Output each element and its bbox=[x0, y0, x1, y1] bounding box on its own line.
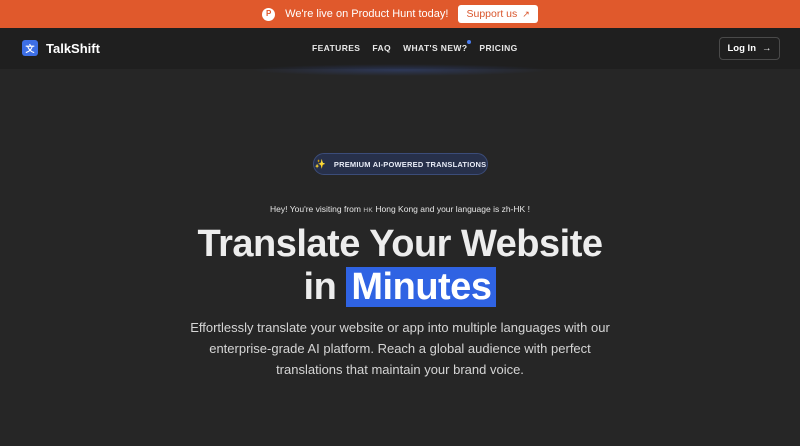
login-button[interactable]: Log In → bbox=[719, 37, 780, 60]
nav-link-faq[interactable]: FAQ bbox=[372, 43, 391, 53]
support-us-button[interactable]: Support us ↗ bbox=[458, 5, 538, 23]
hong-kong-flag-icon: HK bbox=[363, 207, 373, 214]
visitor-prefix: Hey! You're visiting from bbox=[270, 204, 361, 214]
announcement-bar: P We're live on Product Hunt today! Supp… bbox=[0, 0, 800, 28]
nav-link-pricing[interactable]: PRICING bbox=[479, 43, 517, 53]
visitor-middle: and your language is bbox=[420, 204, 500, 214]
nav-glow bbox=[250, 64, 550, 76]
login-label: Log In bbox=[727, 43, 757, 54]
product-hunt-icon: P bbox=[262, 7, 276, 21]
hero-headline: Translate Your Website in Minutes bbox=[0, 223, 800, 309]
visitor-notice: Hey! You're visiting from HK Hong Kong a… bbox=[0, 204, 800, 214]
brand-name: TalkShift bbox=[46, 40, 100, 56]
external-link-icon: ↗ bbox=[522, 8, 530, 19]
hero-subtext: Effortlessly translate your website or a… bbox=[190, 320, 610, 377]
translate-logo-icon: 文 bbox=[22, 40, 38, 56]
nav-link-whats-new[interactable]: WHAT'S NEW? bbox=[403, 40, 472, 53]
premium-badge-text: PREMIUM AI-POWERED TRANSLATIONS bbox=[333, 159, 487, 169]
visitor-country: Hong Kong bbox=[375, 204, 418, 214]
sparkle-icon: ✨ bbox=[314, 158, 326, 169]
new-indicator-dot bbox=[467, 40, 472, 44]
headline-in: in bbox=[303, 266, 337, 308]
premium-badge: ✨ PREMIUM AI-POWERED TRANSLATIONS bbox=[313, 153, 488, 175]
nav-link-whats-new-label: WHAT'S NEW? bbox=[403, 43, 468, 53]
announcement-text: We're live on Product Hunt today! bbox=[285, 8, 449, 20]
arrow-right-icon: → bbox=[762, 43, 772, 54]
nav-links: FEATURES FAQ WHAT'S NEW? PRICING bbox=[312, 40, 518, 53]
headline-highlight: Minutes bbox=[346, 267, 497, 307]
support-us-label: Support us bbox=[466, 8, 518, 20]
logo-link[interactable]: 文 TalkShift bbox=[22, 40, 100, 56]
headline-line-2: in Minutes bbox=[0, 266, 800, 309]
navbar: 文 TalkShift FEATURES FAQ WHAT'S NEW? PRI… bbox=[0, 28, 800, 69]
visitor-suffix: ! bbox=[527, 204, 530, 214]
headline-line-1: Translate Your Website bbox=[197, 223, 603, 265]
visitor-language: zh-HK bbox=[501, 204, 526, 214]
nav-link-features[interactable]: FEATURES bbox=[312, 43, 360, 53]
